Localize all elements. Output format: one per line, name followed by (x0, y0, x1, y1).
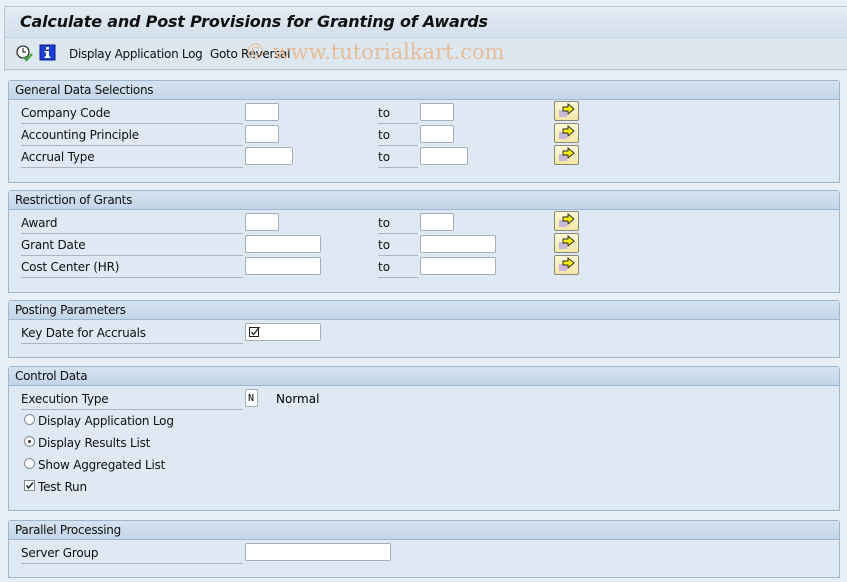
award-from-input[interactable] (245, 213, 279, 231)
multiple-selection-button[interactable] (554, 233, 579, 253)
option-label: Display Application Log (38, 414, 174, 428)
select-row-cost-center: Cost Center (HR) to (9, 255, 839, 279)
execution-type-input[interactable] (245, 389, 258, 407)
group-control-data: Control Data Execution Type Normal Displ… (8, 366, 840, 511)
title-bar: Calculate and Post Provisions for Granti… (5, 7, 847, 38)
execution-type-description: Normal (276, 392, 320, 406)
group-posting-parameters: Posting Parameters Key Date for Accruals (8, 300, 840, 358)
field-row-execution-type: Execution Type Normal (9, 389, 839, 411)
watermark: © www.tutorialkart.com (245, 40, 505, 64)
accounting-principle-from-input[interactable] (245, 125, 279, 143)
group-restriction-of-grants: Restriction of Grants Award to Grant Dat… (8, 190, 840, 293)
group-title: Control Data (9, 367, 839, 386)
field-label: Cost Center (HR) (21, 257, 243, 278)
multiple-selection-button[interactable] (554, 145, 579, 165)
field-label: Company Code (21, 103, 243, 124)
field-label: Execution Type (21, 389, 243, 410)
field-label: Key Date for Accruals (21, 323, 243, 344)
field-label: Award (21, 213, 243, 234)
group-title: Restriction of Grants (9, 191, 839, 210)
field-label: Accounting Principle (21, 125, 243, 146)
to-label: to (378, 125, 418, 146)
select-row-company-code: Company Code to (9, 101, 839, 125)
checkbox[interactable] (24, 480, 35, 491)
cost-center-from-input[interactable] (245, 257, 321, 275)
group-title: Parallel Processing (9, 521, 839, 540)
select-row-award: Award to (9, 211, 839, 235)
option-label: Display Results List (38, 436, 151, 450)
checkmark-icon (25, 482, 34, 490)
company-code-from-input[interactable] (245, 103, 279, 121)
field-row-server-group: Server Group (9, 543, 839, 565)
info-icon[interactable] (39, 44, 57, 62)
radio-button[interactable] (24, 458, 35, 469)
multiple-selection-button[interactable] (554, 123, 579, 143)
field-label: Server Group (21, 543, 243, 564)
page-title: Calculate and Post Provisions for Granti… (20, 12, 488, 31)
group-title: Posting Parameters (9, 301, 839, 320)
field-row-key-date: Key Date for Accruals (9, 323, 839, 345)
accrual-type-to-input[interactable] (420, 147, 468, 165)
award-to-input[interactable] (420, 213, 454, 231)
to-label: to (378, 213, 418, 234)
required-field-icon (249, 326, 261, 338)
select-row-accrual-type: Accrual Type to (9, 145, 839, 169)
accrual-type-from-input[interactable] (245, 147, 293, 165)
select-row-accounting-principle: Accounting Principle to (9, 123, 839, 147)
grant-date-from-input[interactable] (245, 235, 321, 253)
cost-center-to-input[interactable] (420, 257, 496, 275)
option-label: Show Aggregated List (38, 458, 166, 472)
select-row-grant-date: Grant Date to (9, 233, 839, 257)
field-label: Accrual Type (21, 147, 243, 168)
group-parallel-processing: Parallel Processing Server Group (8, 520, 840, 578)
multiple-selection-button[interactable] (554, 255, 579, 275)
accounting-principle-to-input[interactable] (420, 125, 454, 143)
grant-date-to-input[interactable] (420, 235, 496, 253)
field-label: Grant Date (21, 235, 243, 256)
radio-button[interactable] (24, 414, 35, 425)
display-application-log-button[interactable]: Display Application Log (69, 47, 203, 61)
multiple-selection-button[interactable] (554, 211, 579, 231)
execute-clock-icon[interactable] (15, 44, 33, 62)
group-title: General Data Selections (9, 81, 839, 100)
radio-button-selected[interactable] (24, 436, 35, 447)
to-label: to (378, 147, 418, 168)
option-label: Test Run (38, 480, 87, 494)
server-group-input[interactable] (245, 543, 391, 561)
to-label: to (378, 257, 418, 278)
to-label: to (378, 103, 418, 124)
group-general-data-selections: General Data Selections Company Code to … (8, 80, 840, 183)
multiple-selection-button[interactable] (554, 101, 579, 121)
to-label: to (378, 235, 418, 256)
company-code-to-input[interactable] (420, 103, 454, 121)
